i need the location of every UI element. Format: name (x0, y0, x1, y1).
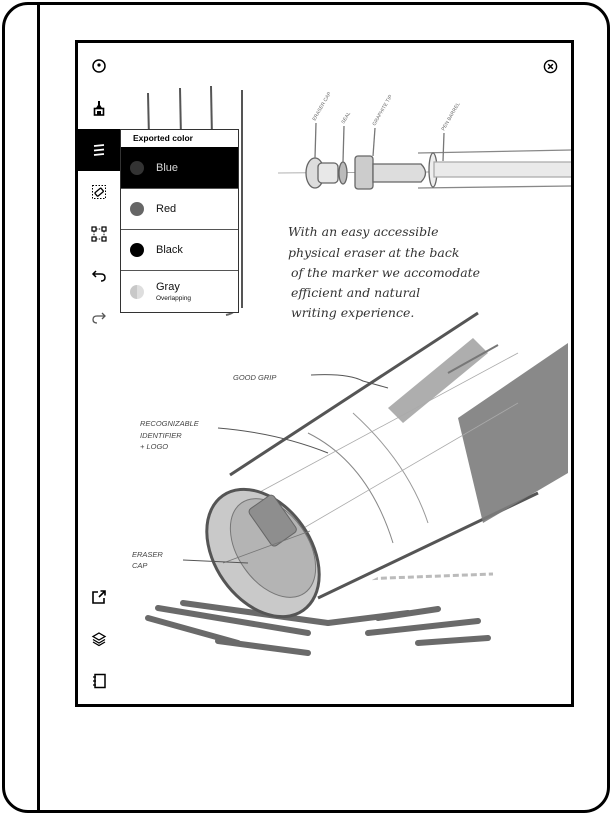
device-spine (37, 2, 40, 813)
undo-button[interactable] (78, 255, 120, 297)
annotation-grip: GOOD GRIP (233, 373, 276, 382)
eraser-select-button[interactable] (78, 171, 120, 213)
color-option-label: Blue (156, 162, 179, 174)
timer-icon (92, 59, 106, 73)
exploded-parts (277, 122, 571, 190)
part-labels: ERASER CAP SEAL GRAPHITE TIP PEN BARREL (312, 91, 462, 132)
note-line: of the marker we accomodate (291, 265, 480, 280)
color-swatch-overlapping (130, 284, 144, 299)
part-label: PEN BARREL (441, 101, 462, 132)
note-line: efficient and natural (291, 285, 420, 300)
color-swatch (130, 243, 144, 257)
handwritten-note: With an easy accessible physical eraser … (288, 224, 480, 320)
notebook-icon (93, 673, 106, 689)
notebook-button[interactable] (78, 660, 120, 702)
redo-icon (92, 312, 106, 324)
color-option-sublabel: Overlapping (156, 295, 192, 302)
part-label: ERASER CAP (312, 91, 334, 122)
redo-button[interactable] (78, 297, 120, 339)
layers-icon (91, 632, 107, 647)
note-line: With an easy accessible (288, 224, 439, 239)
marker-illustration (145, 303, 568, 656)
pen-tool-button[interactable] (78, 87, 120, 129)
close-icon (543, 59, 557, 73)
export-button[interactable] (78, 576, 120, 618)
note-line: physical eraser at the back (288, 245, 459, 260)
color-option-label: Gray (156, 281, 180, 293)
exported-color-menu: Exported color Blue Red Black Gray Overl… (120, 129, 239, 313)
part-label: GRAPHITE TIP (372, 93, 395, 127)
color-lines-icon (93, 144, 105, 156)
note-line: writing experience. (291, 305, 414, 320)
close-button[interactable] (539, 55, 561, 77)
annotation-identifier: + LOGO (140, 442, 168, 451)
color-option-red[interactable]: Red (121, 189, 238, 230)
color-option-label: Red (156, 203, 177, 215)
layers-button[interactable] (78, 618, 120, 660)
annotation-identifier: IDENTIFIER (140, 431, 182, 440)
selection-tool-icon (91, 226, 107, 242)
part-label: SEAL (341, 111, 353, 125)
color-option-blue[interactable]: Blue (121, 148, 238, 189)
export-icon (92, 590, 106, 604)
eraser-select-icon (92, 185, 106, 199)
color-swatch (130, 202, 144, 216)
canvas-screen[interactable]: ERASER CAP SEAL GRAPHITE TIP PEN BARREL … (75, 40, 574, 707)
menu-header: Exported color (121, 130, 238, 148)
color-swatch (130, 161, 144, 175)
pen-icon (93, 101, 105, 116)
color-option-gray[interactable]: Gray Overlapping (121, 271, 238, 312)
timer-button[interactable] (78, 45, 120, 87)
undo-icon (91, 270, 106, 282)
color-option-label: Black (156, 244, 183, 256)
selection-tool-button[interactable] (78, 213, 120, 255)
color-tool-button[interactable] (78, 129, 120, 171)
annotation-eraser: ERASER (132, 550, 163, 559)
color-option-black[interactable]: Black (121, 230, 238, 271)
annotation-identifier: RECOGNIZABLE (140, 419, 200, 428)
annotation-eraser: CAP (132, 561, 147, 570)
